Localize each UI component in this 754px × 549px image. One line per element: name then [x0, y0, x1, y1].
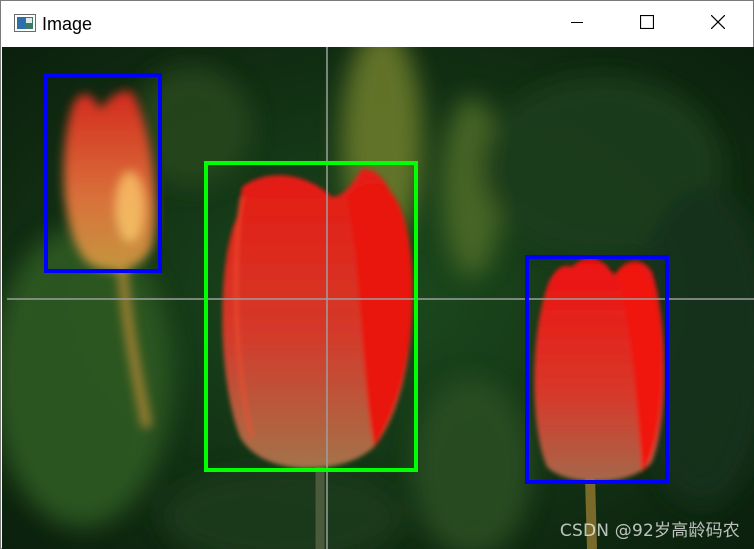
tulip-photo [2, 47, 754, 549]
minimize-icon [571, 15, 583, 33]
close-icon [710, 14, 726, 34]
title-bar[interactable]: Image [1, 1, 753, 47]
image-canvas[interactable]: CSDN @92岁高龄码农 [2, 47, 754, 549]
app-icon [14, 14, 36, 32]
window-title: Image [42, 14, 93, 34]
maximize-icon [639, 14, 655, 34]
csdn-watermark: CSDN @92岁高龄码农 [559, 521, 740, 541]
close-button[interactable] [695, 1, 741, 47]
image-window: Image CSDN @92岁高龄码农 [0, 0, 754, 549]
minimize-button[interactable] [554, 1, 600, 47]
maximize-button[interactable] [624, 1, 670, 47]
